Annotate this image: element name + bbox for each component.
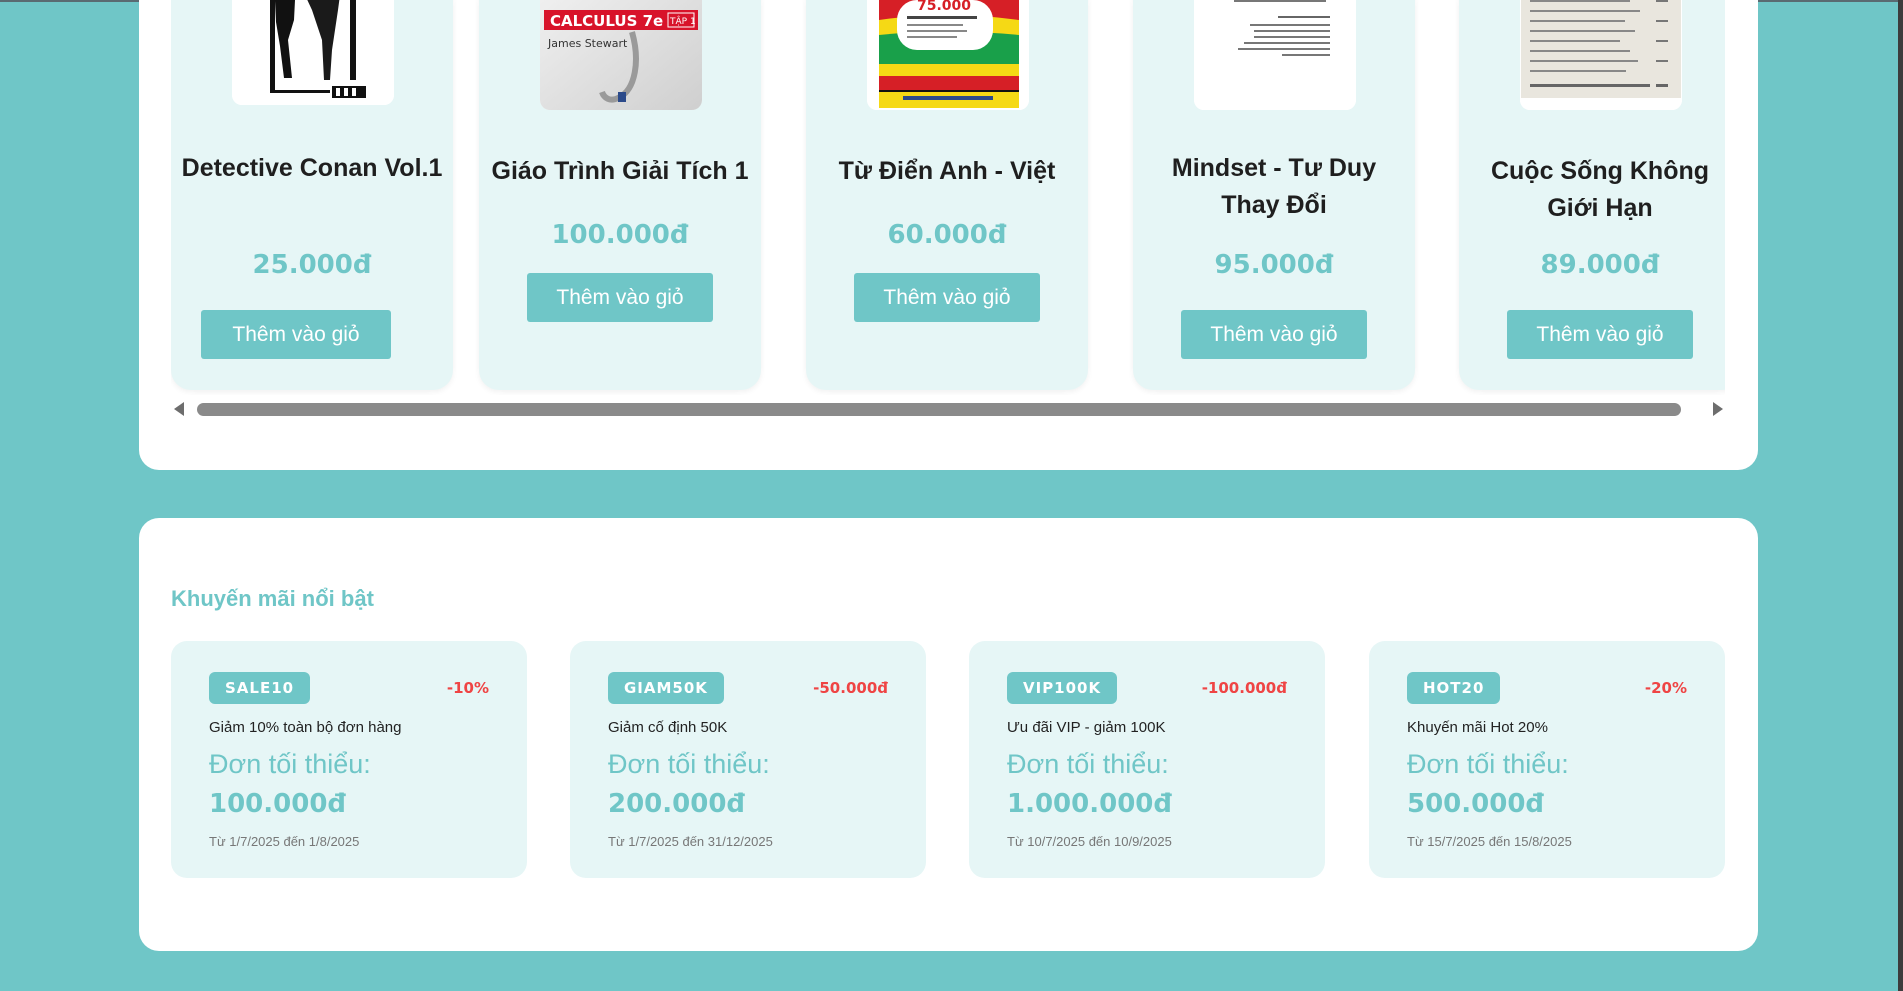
promo-code-badge: VIP100K xyxy=(1007,672,1118,704)
promo-discount: -50.000đ xyxy=(813,679,888,697)
scrollbar-thumb[interactable] xyxy=(197,403,1681,416)
add-to-cart-button[interactable]: Thêm vào giỏ xyxy=(854,273,1040,322)
promo-code-badge: SALE10 xyxy=(209,672,311,704)
promo-code-badge: GIAM50K xyxy=(608,672,724,704)
promo-code-badge: HOT20 xyxy=(1407,672,1501,704)
promo-dates: Từ 15/7/2025 đến 15/8/2025 xyxy=(1407,834,1572,849)
product-carousel-panel: Detective Conan Vol.1 25.000đ Thêm vào g… xyxy=(139,0,1758,470)
promo-card[interactable]: HOT20 -20% Khuyến mãi Hot 20% Đơn tối th… xyxy=(1369,641,1725,878)
promo-description: Giảm 10% toàn bộ đơn hàng xyxy=(209,719,402,736)
product-card: 75.000 Từ Điển Anh - Việt 60.000đ Thêm v… xyxy=(806,0,1088,390)
product-name: Cuộc Sống Không Giới Hạn xyxy=(1490,157,1710,222)
promo-card[interactable]: VIP100K -100.000đ Ưu đãi VIP - giảm 100K… xyxy=(969,641,1325,878)
cover-title-text: CALCULUS 7e xyxy=(550,12,663,30)
product-card: CALCULUS 7e TẬP 1 James Stewart Giáo Trì… xyxy=(479,0,761,390)
promo-min-order-value: 100.000đ xyxy=(209,789,347,819)
product-name: Từ Điển Anh - Việt xyxy=(838,157,1056,185)
product-card: Cuộc Sống Không Giới Hạn 89.000đ Thêm và… xyxy=(1459,0,1725,390)
horizontal-scrollbar[interactable] xyxy=(174,400,1723,418)
product-name: Giáo Trình Giải Tích 1 xyxy=(491,157,749,185)
product-price: 100.000đ xyxy=(551,220,689,250)
promo-description: Giảm cố định 50K xyxy=(608,719,728,736)
cover-tag-text: TẬP 1 xyxy=(669,15,696,27)
scroll-right-arrow-icon[interactable] xyxy=(1713,402,1723,416)
book-cover-image: 75.000 xyxy=(867,0,1029,110)
book-cover-image xyxy=(232,0,394,105)
book-cover-image xyxy=(1194,0,1356,110)
add-to-cart-button[interactable]: Thêm vào giỏ xyxy=(201,310,391,359)
promo-description: Khuyến mãi Hot 20% xyxy=(1407,719,1548,736)
section-title: Khuyến mãi nổi bật xyxy=(171,586,374,611)
product-carousel-track[interactable]: Detective Conan Vol.1 25.000đ Thêm vào g… xyxy=(171,0,1725,395)
promotions-panel: Khuyến mãi nổi bật SALE10 -10% Giảm 10% … xyxy=(139,518,1758,951)
promo-card[interactable]: GIAM50K -50.000đ Giảm cố định 50K Đơn tố… xyxy=(570,641,926,878)
promo-min-order-label: Đơn tối thiểu: xyxy=(1407,749,1569,779)
product-card: Mindset - Tư Duy Thay Đổi 95.000đ Thêm v… xyxy=(1133,0,1415,390)
product-price: 25.000đ xyxy=(252,250,372,280)
promo-discount: -10% xyxy=(446,679,489,697)
add-to-cart-button[interactable]: Thêm vào giỏ xyxy=(1181,310,1367,359)
promo-card[interactable]: SALE10 -10% Giảm 10% toàn bộ đơn hàng Đơ… xyxy=(171,641,527,878)
promo-dates: Từ 1/7/2025 đến 31/12/2025 xyxy=(608,834,773,849)
promo-min-order-value: 1.000.000đ xyxy=(1007,789,1173,819)
scroll-left-arrow-icon[interactable] xyxy=(174,402,184,416)
promo-min-order-label: Đơn tối thiểu: xyxy=(608,749,770,779)
promo-min-order-label: Đơn tối thiểu: xyxy=(209,749,371,779)
window-right-edge xyxy=(1898,0,1903,991)
promo-discount: -20% xyxy=(1644,679,1687,697)
add-to-cart-button[interactable]: Thêm vào giỏ xyxy=(1507,310,1693,359)
product-price: 60.000đ xyxy=(887,220,1007,250)
promo-description: Ưu đãi VIP - giảm 100K xyxy=(1007,719,1166,736)
product-price: 89.000đ xyxy=(1540,250,1660,280)
product-price: 95.000đ xyxy=(1214,250,1334,280)
promo-dates: Từ 1/7/2025 đến 1/8/2025 xyxy=(209,834,360,849)
book-cover-image xyxy=(1520,0,1682,110)
promo-min-order-value: 500.000đ xyxy=(1407,789,1545,819)
promo-discount: -100.000đ xyxy=(1201,679,1287,697)
cover-author-text: James Stewart xyxy=(547,37,628,50)
book-cover-image: CALCULUS 7e TẬP 1 James Stewart xyxy=(540,0,702,110)
product-card: Detective Conan Vol.1 25.000đ Thêm vào g… xyxy=(171,0,453,390)
add-to-cart-button[interactable]: Thêm vào giỏ xyxy=(527,273,713,322)
product-name: Detective Conan Vol.1 xyxy=(181,154,443,182)
cover-title-text: 75.000 xyxy=(917,0,971,14)
promo-min-order-value: 200.000đ xyxy=(608,789,746,819)
promo-dates: Từ 10/7/2025 đến 10/9/2025 xyxy=(1007,834,1172,849)
promo-min-order-label: Đơn tối thiểu: xyxy=(1007,749,1169,779)
product-name: Mindset - Tư Duy Thay Đổi xyxy=(1171,154,1377,219)
